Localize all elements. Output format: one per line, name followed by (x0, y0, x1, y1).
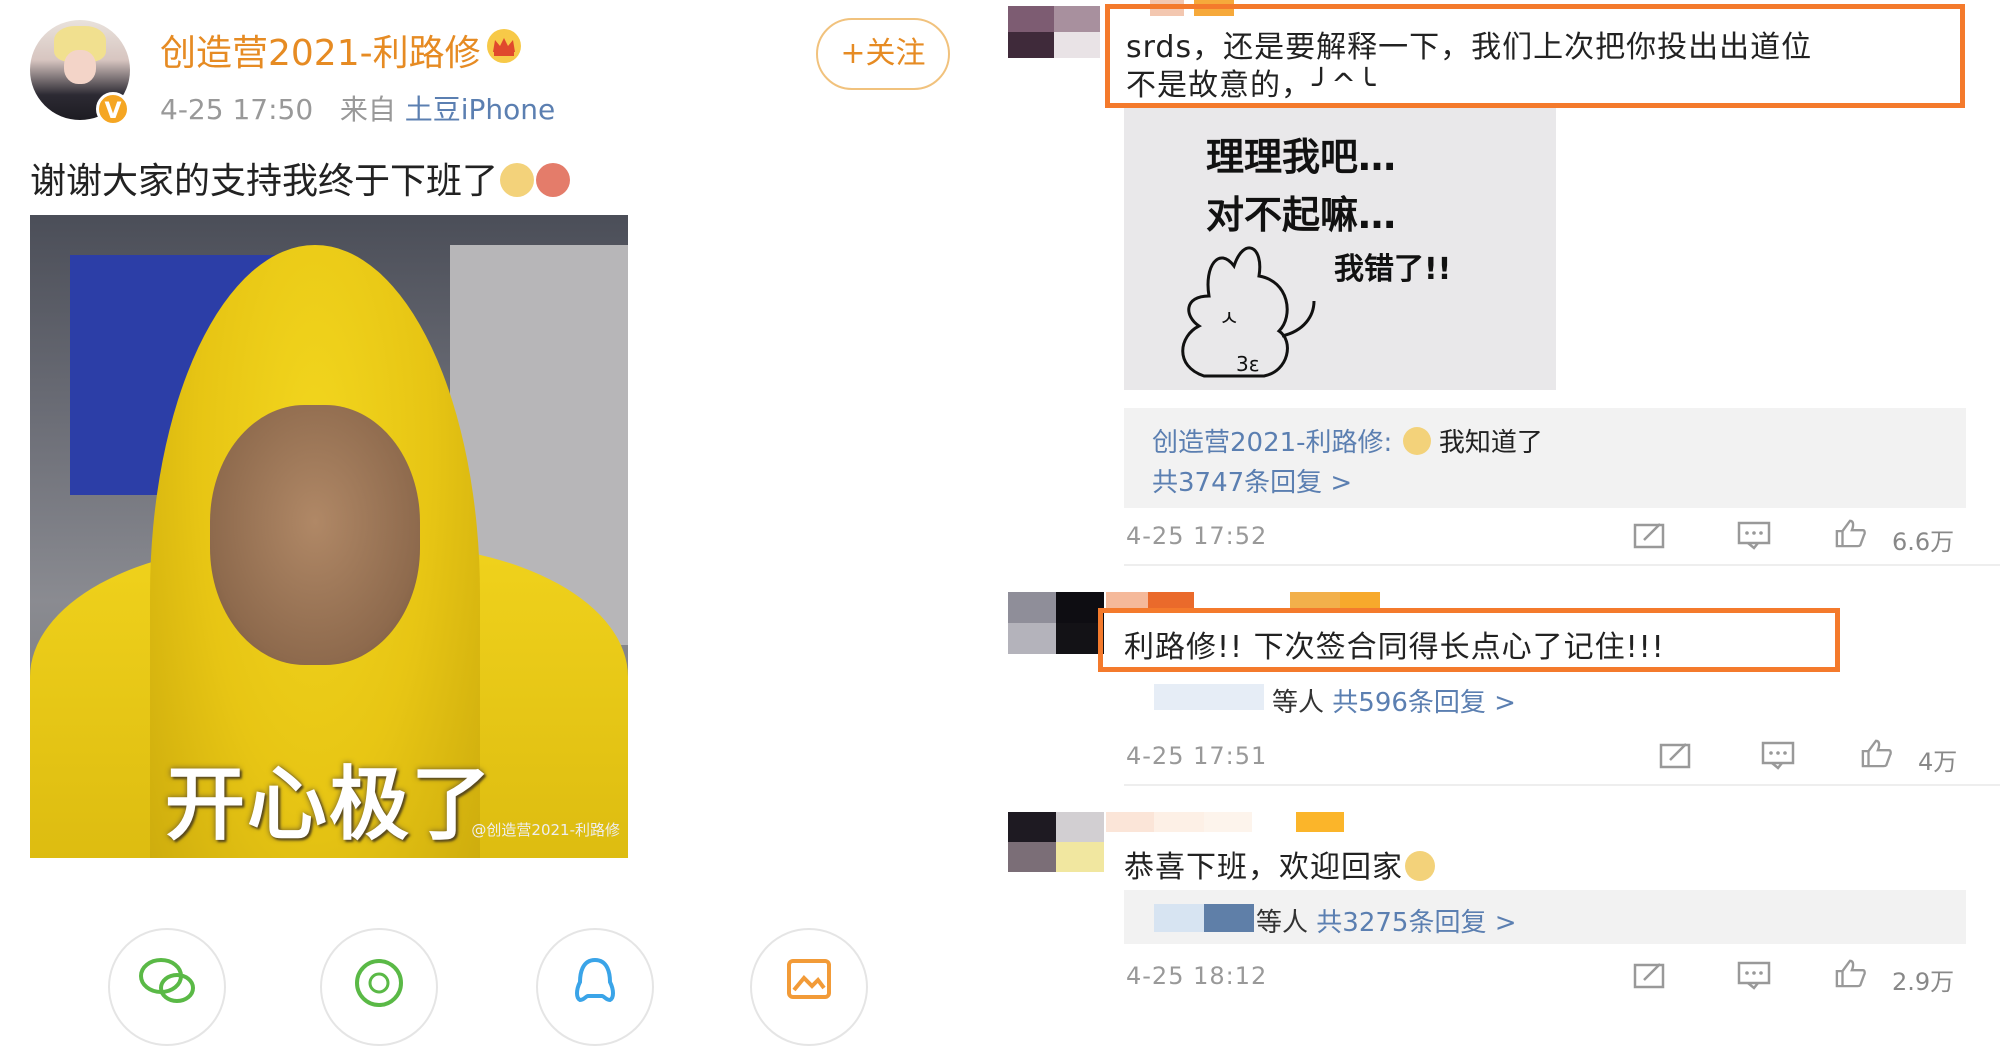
reply-count-link[interactable]: 共3275条回复 > (1316, 908, 1516, 938)
reply-suffix: 等人 (1272, 688, 1325, 718)
reply-suffix: 等人 (1256, 908, 1309, 938)
commenter-name-blurred[interactable] (1106, 592, 1380, 608)
moments-icon (355, 959, 403, 1007)
commenter-avatar[interactable] (1008, 592, 1104, 654)
comment-text-line2: 不是故意的，╯^╰ (1126, 68, 1377, 103)
like-icon[interactable] (1832, 518, 1868, 548)
comment-text: 利路修!! 下次签合同得长点心了记住!!! (1124, 630, 1665, 665)
comment-sticker[interactable]: 理理我吧… 对不起嘛… 我错了!! ㅅ 3ε (1124, 108, 1556, 390)
like-count: 2.9万 (1892, 968, 1955, 996)
reply-box[interactable]: 创造营2021-利路修: 我知道了 共3747条回复 > (1124, 408, 1966, 508)
monkey-emoji-icon (536, 163, 571, 197)
svg-text:3ε: 3ε (1236, 352, 1260, 376)
reply-count-link[interactable]: 共596条回复 > (1332, 688, 1516, 718)
reply-box[interactable]: 等人 共596条回复 > (1124, 676, 1966, 720)
person-face (210, 405, 420, 665)
album-icon (787, 959, 831, 999)
divider (1124, 784, 2000, 786)
doge-emoji-icon (1405, 851, 1435, 881)
crown-icon (487, 29, 521, 63)
comment-time: 4-25 17:51 (1126, 742, 1268, 770)
reply-names-blurred (1154, 684, 1264, 710)
post-source[interactable]: 土豆iPhone (405, 93, 556, 126)
reply-names-blurred (1154, 904, 1204, 932)
post-image[interactable]: 开心极了 @创造营2021-利路修 (30, 215, 628, 858)
like-icon[interactable] (1832, 958, 1868, 988)
username[interactable]: 创造营2021-利路修 (160, 24, 481, 76)
reply-names-blurred (1204, 904, 1254, 932)
like-count: 6.6万 (1892, 528, 1955, 556)
doge-emoji-icon (1402, 427, 1431, 455)
reply-preview: 创造营2021-利路修: 我知道了 (1152, 422, 1543, 459)
post-text: 谢谢大家的支持我终于下班了 (30, 152, 571, 204)
comment-icon[interactable] (1760, 740, 1796, 770)
reply-count-link[interactable]: 共3747条回复 > (1152, 462, 1352, 499)
comment-text-content: 恭喜下班，欢迎回家 (1124, 850, 1403, 885)
comment-icon[interactable] (1736, 520, 1772, 550)
post-meta: 4-25 17:50 来自 土豆iPhone (160, 88, 555, 128)
comment-time: 4-25 18:12 (1126, 962, 1268, 990)
verified-badge-icon: V (96, 92, 130, 126)
doge-emoji-icon (500, 163, 535, 197)
share-moments[interactable] (320, 928, 438, 1046)
reply-summary: 等人 共3275条回复 > (1256, 902, 1517, 939)
like-count: 4万 (1918, 748, 1958, 776)
from-label: 来自 (339, 93, 396, 126)
svg-text:ㅅ: ㅅ (1219, 307, 1239, 332)
sticker-line: 理理我吧… (1206, 135, 1397, 179)
reply-summary: 等人 共596条回复 > (1272, 682, 1516, 719)
commenter-avatar[interactable] (1008, 812, 1104, 872)
divider (1124, 564, 2000, 566)
avatar-face (64, 50, 96, 84)
comment-icon[interactable] (1736, 960, 1772, 990)
comment-text: 恭喜下班，欢迎回家 (1124, 842, 1435, 886)
follow-button[interactable]: +关注 (816, 18, 950, 90)
comment-time: 4-25 17:52 (1126, 522, 1268, 550)
commenter-name-blurred[interactable] (1106, 812, 1344, 832)
share-wechat[interactable] (108, 928, 226, 1046)
qq-icon (575, 957, 615, 1003)
like-icon[interactable] (1858, 738, 1894, 768)
repost-icon[interactable] (1658, 740, 1694, 770)
share-album[interactable] (750, 928, 868, 1046)
post-time: 4-25 17:50 (160, 93, 314, 126)
wechat-icon (139, 958, 195, 1003)
commenter-avatar[interactable] (1008, 6, 1100, 58)
rabbit-drawing-icon: ㅅ 3ε (1181, 246, 1316, 378)
reply-text: 我知道了 (1438, 428, 1543, 458)
share-qq[interactable] (536, 928, 654, 1046)
repost-icon[interactable] (1632, 960, 1668, 990)
post-text-content: 谢谢大家的支持我终于下班了 (30, 161, 499, 202)
reply-author[interactable]: 创造营2021-利路修: (1152, 428, 1392, 458)
repost-icon[interactable] (1632, 520, 1668, 550)
reply-box[interactable]: 等人 共3275条回复 > (1124, 890, 1966, 944)
image-watermark: @创造营2021-利路修 (471, 821, 620, 839)
